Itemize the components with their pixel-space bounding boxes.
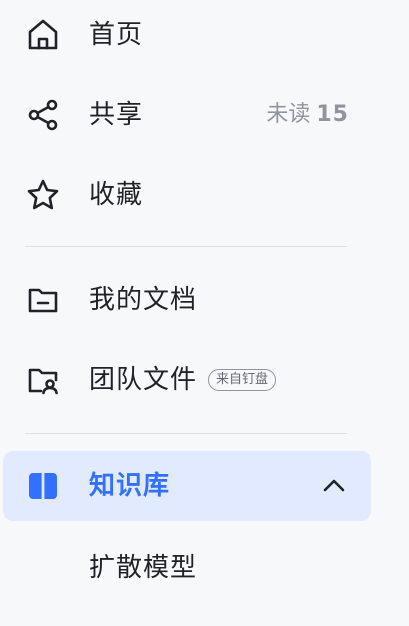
chevron-up-icon[interactable] xyxy=(321,473,347,499)
folder-icon xyxy=(25,282,61,318)
unread-indicator: 未读 15 xyxy=(266,97,349,133)
sidebar-item-my-documents[interactable]: 我的文档 xyxy=(0,264,409,334)
divider xyxy=(25,246,347,247)
sidebar-item-favorites[interactable]: 收藏 xyxy=(0,159,409,229)
sidebar-item-label: 首页 xyxy=(89,20,144,50)
sidebar-item-share[interactable]: 共享 未读 15 xyxy=(0,79,409,149)
unread-count: 15 xyxy=(316,102,349,127)
sidebar: 首页 共享 未读 15 收藏 我的文档 团队文件 来自钉盘 知识库 扩散模型 xyxy=(0,0,409,626)
unread-label: 未读 xyxy=(266,102,311,127)
source-badge: 来自钉盘 xyxy=(208,369,277,391)
sidebar-item-knowledge-base[interactable]: 知识库 xyxy=(0,451,409,521)
sidebar-item-label: 共享 xyxy=(89,100,144,130)
team-folder-icon xyxy=(25,362,61,398)
star-icon xyxy=(25,177,61,213)
home-icon xyxy=(25,17,61,53)
knowledge-base-item-label: 扩散模型 xyxy=(89,553,198,583)
sidebar-item-home[interactable]: 首页 xyxy=(0,0,409,70)
sidebar-item-team-files[interactable]: 团队文件 xyxy=(0,344,409,414)
share-icon xyxy=(25,97,61,133)
knowledge-base-item[interactable]: 扩散模型 xyxy=(0,532,409,602)
sidebar-item-label: 收藏 xyxy=(89,180,144,210)
divider xyxy=(25,433,347,434)
book-icon xyxy=(25,468,61,504)
sidebar-item-label: 我的文档 xyxy=(89,285,198,315)
sidebar-item-label: 团队文件 xyxy=(89,365,198,395)
sidebar-item-label: 知识库 xyxy=(89,471,171,501)
